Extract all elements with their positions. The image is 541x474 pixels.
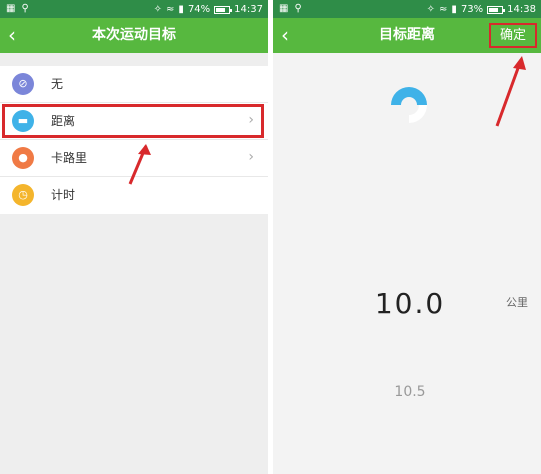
goal-item-label: 无 — [51, 77, 64, 91]
silent-icon: ✧ — [153, 4, 163, 15]
distance-icon — [391, 87, 427, 123]
status-bar: ▦ ⚲ ✧ ≈ ▮ 74% 14:37 — [0, 0, 268, 18]
chevron-right-icon: › — [248, 149, 254, 165]
goal-item-none[interactable]: ⊘ 无 — [0, 66, 268, 103]
image-notification-icon: ▦ — [279, 3, 289, 14]
annotation-arrow-right — [495, 56, 526, 127]
battery-icon — [487, 5, 506, 14]
status-right: ✧ ≈ ▮ 73% 14:38 — [427, 3, 536, 16]
status-time: 14:38 — [507, 3, 536, 15]
battery-percent: 74% — [187, 3, 211, 15]
page-title: 本次运动目标 — [92, 27, 176, 43]
title-bar: ‹ 目标距离 确定 — [273, 18, 541, 53]
battery-icon — [214, 5, 233, 14]
distance-value[interactable]: 10.0 — [360, 286, 460, 322]
signal-icon: ▮ — [178, 4, 184, 15]
battery-fill — [216, 7, 226, 12]
annotation-arrow-left — [128, 144, 151, 185]
right-screen: ▦ ⚲ ✧ ≈ ▮ 73% 14:38 ‹ 目标距离 确定 — [273, 0, 541, 474]
signal-icon: ▮ — [451, 4, 457, 15]
location-icon: ⚲ — [294, 3, 302, 14]
distance-next-option[interactable]: 10.5 — [380, 383, 440, 401]
status-left-icons: ▦ ⚲ — [6, 2, 29, 15]
status-bar: ▦ ⚲ ✧ ≈ ▮ 73% 14:38 — [273, 0, 541, 18]
distance-highlight-box — [2, 104, 264, 138]
left-screen: ▦ ⚲ ✧ ≈ ▮ 74% 14:37 ‹ 本次运动目标 ⊘ 无 ▬ 距离 › … — [0, 0, 268, 474]
no-goal-icon: ⊘ — [12, 73, 34, 95]
confirm-button[interactable]: 确定 — [489, 23, 537, 48]
goal-item-label: 计时 — [51, 188, 76, 202]
silent-icon: ✧ — [426, 4, 436, 15]
screenshot-root: ▦ ⚲ ✧ ≈ ▮ 74% 14:37 ‹ 本次运动目标 ⊘ 无 ▬ 距离 › … — [0, 0, 541, 474]
image-notification-icon: ▦ — [6, 3, 16, 14]
distance-unit: 公里 — [506, 296, 528, 309]
title-bar: ‹ 本次运动目标 — [0, 18, 268, 53]
goal-item-label: 卡路里 — [51, 151, 88, 165]
battery-fill — [489, 7, 498, 12]
wifi-icon: ≈ — [439, 4, 448, 15]
clock-icon: ◷ — [12, 184, 34, 206]
status-right: ✧ ≈ ▮ 74% 14:37 — [154, 3, 263, 16]
status-left-icons: ▦ ⚲ — [279, 2, 302, 15]
location-icon: ⚲ — [21, 3, 29, 14]
status-time: 14:37 — [234, 3, 263, 15]
wifi-icon: ≈ — [166, 4, 175, 15]
calorie-icon: ● — [12, 147, 34, 169]
battery-percent: 73% — [460, 3, 484, 15]
